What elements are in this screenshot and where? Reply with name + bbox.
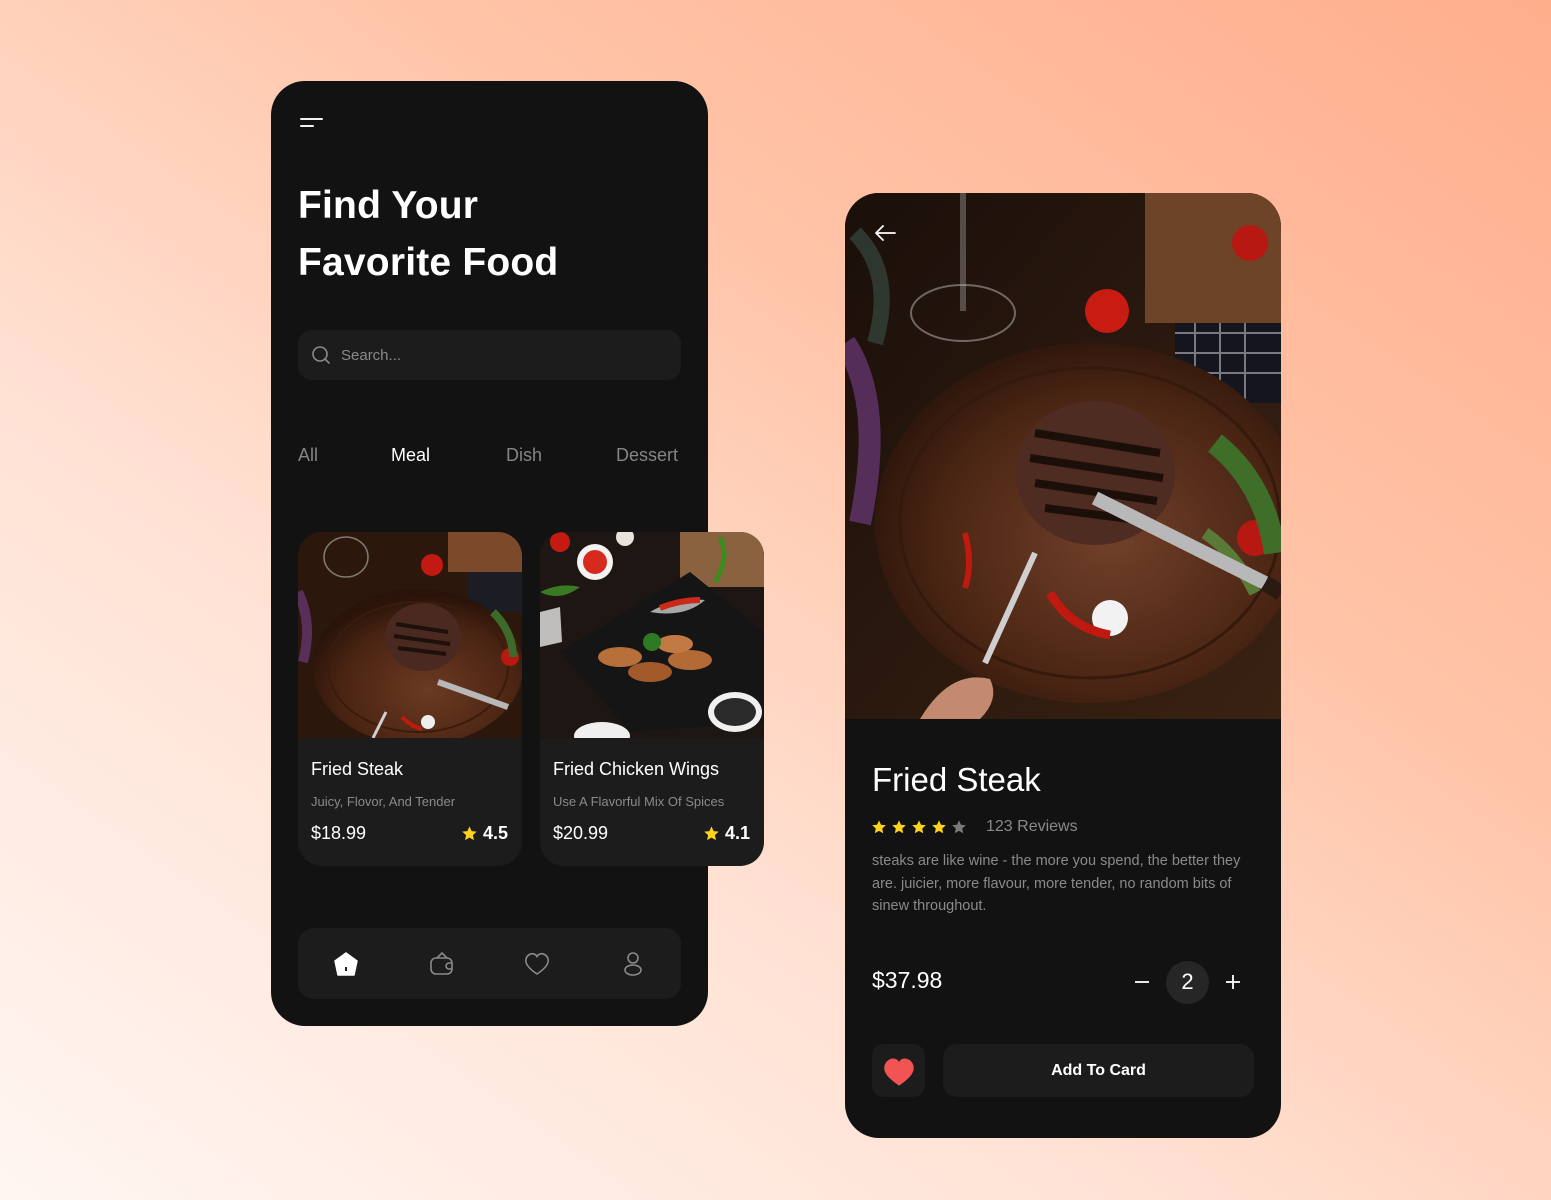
card-title: Fried Chicken Wings: [553, 759, 720, 779]
star-filled-icon: [892, 820, 906, 834]
search-input[interactable]: [341, 346, 641, 364]
star-icon: [704, 826, 719, 841]
menu-icon[interactable]: [300, 114, 324, 130]
favorite-button[interactable]: [872, 1044, 925, 1097]
food-card-fried-chicken-wings[interactable]: Fried Chicken Wings Use A Flavorful Mix …: [540, 532, 764, 866]
product-description: steaks are like wine - the more you spen…: [872, 853, 1241, 914]
bottom-nav: [298, 928, 681, 999]
nav-favorites[interactable]: [523, 950, 551, 978]
tab-all[interactable]: All: [298, 445, 318, 466]
page-title: Find Your Favorite Food: [298, 177, 558, 291]
plus-icon: [1226, 975, 1240, 989]
rating-stars: [871, 819, 967, 835]
quantity-value: 2: [1166, 960, 1209, 1004]
tab-meal[interactable]: Meal: [391, 445, 430, 466]
card-subtitle: Use A Flavorful Mix Of Spices: [553, 794, 725, 809]
increase-button[interactable]: [1213, 960, 1253, 1004]
search-bar[interactable]: [298, 330, 681, 380]
chicken-wings-photo: [540, 532, 764, 738]
card-title: Fried Steak: [311, 759, 404, 779]
add-to-cart-button[interactable]: Add To Card: [943, 1044, 1254, 1097]
heart-icon: [525, 952, 549, 975]
card-price: $18.99: [311, 823, 367, 843]
detail-screen: Fried Steak 123 Reviews steaks are like …: [845, 193, 1281, 1138]
rating-value: 4.1: [724, 823, 750, 843]
star-filled-icon: [932, 820, 946, 834]
card-rating: 4.1: [703, 823, 750, 844]
card-rating: 4.5: [461, 823, 508, 844]
tab-dish[interactable]: Dish: [506, 445, 542, 466]
home-icon: [334, 952, 358, 976]
quantity-stepper: 2: [1122, 960, 1253, 1004]
decrease-button[interactable]: [1122, 960, 1162, 1004]
category-tabs: All Meal Dish Dessert: [298, 445, 688, 469]
star-filled-icon: [872, 820, 886, 834]
wallet-icon: [430, 951, 453, 975]
arrow-left-icon: [875, 225, 896, 241]
tab-dessert[interactable]: Dessert: [616, 445, 678, 466]
nav-home[interactable]: [332, 950, 360, 978]
product-title: Fried Steak: [872, 761, 1041, 798]
food-card-fried-steak[interactable]: Fried Steak Juicy, Flovor, And Tender $1…: [298, 532, 522, 866]
minus-icon: [1135, 981, 1149, 983]
star-empty-icon: [952, 820, 966, 834]
back-button[interactable]: [873, 223, 897, 243]
nav-wallet[interactable]: [428, 950, 456, 978]
nav-profile[interactable]: [619, 950, 647, 978]
title-line-2: Favorite Food: [298, 241, 559, 284]
star-filled-icon: [912, 820, 926, 834]
user-icon: [624, 952, 642, 976]
star-icon: [462, 826, 477, 841]
search-icon: [312, 346, 330, 364]
heart-filled-icon: [883, 1058, 914, 1086]
total-price: $37.98: [872, 967, 943, 993]
reviews-count[interactable]: 123 Reviews: [986, 818, 1078, 836]
rating-value: 4.5: [482, 823, 508, 843]
steak-photo: [298, 532, 522, 738]
steak-hero-photo: [845, 193, 1281, 719]
card-price: $20.99: [553, 823, 609, 843]
title-line-1: Find Your: [298, 184, 479, 227]
card-subtitle: Juicy, Flovor, And Tender: [311, 794, 456, 809]
